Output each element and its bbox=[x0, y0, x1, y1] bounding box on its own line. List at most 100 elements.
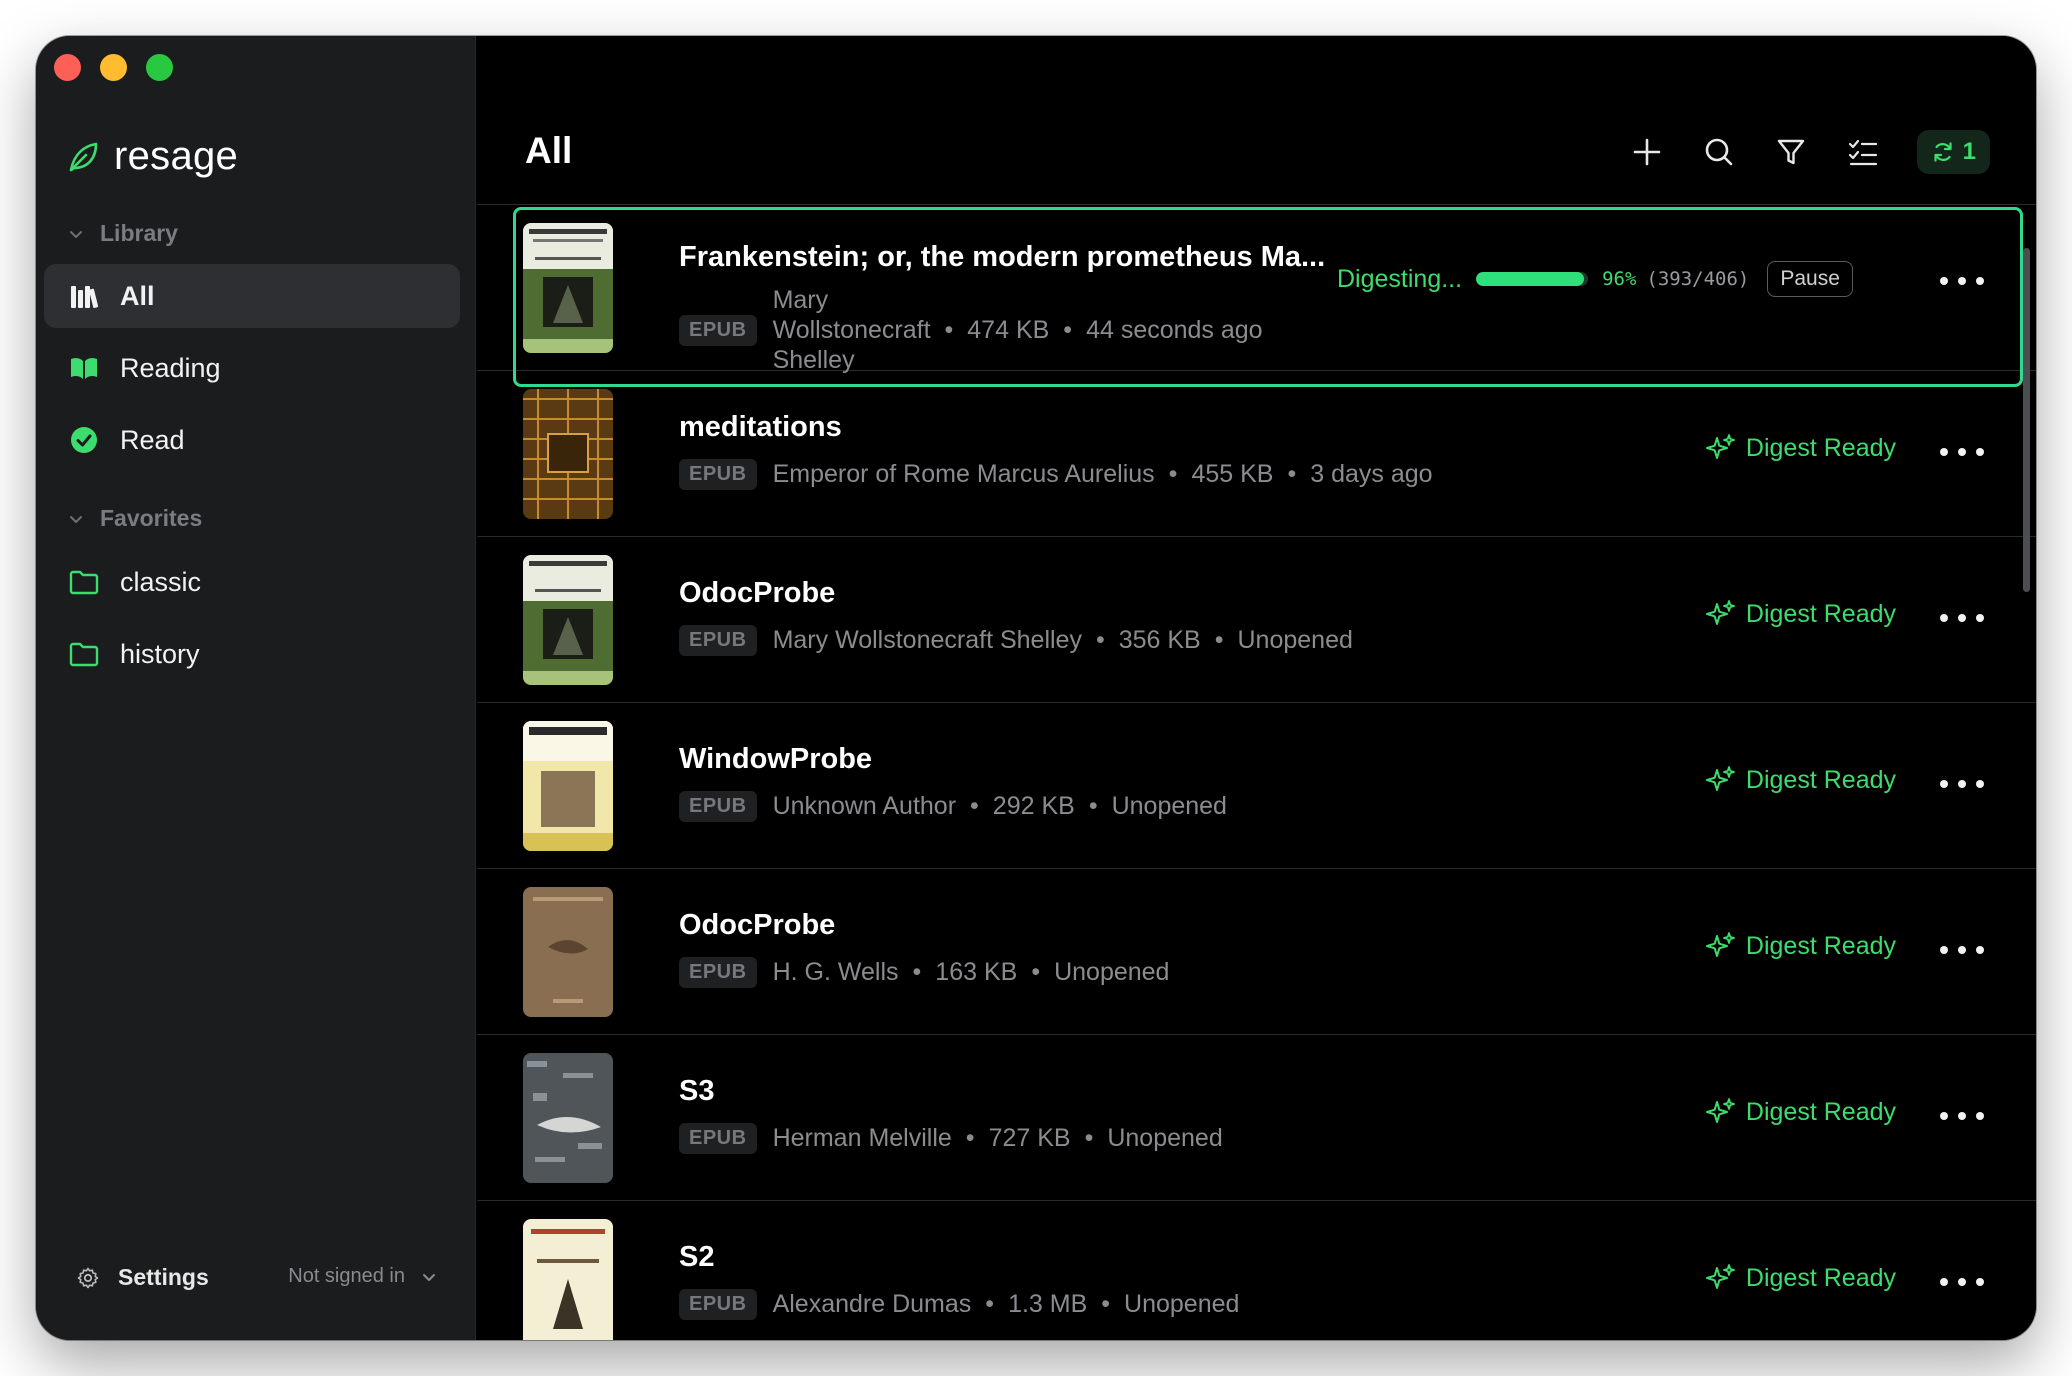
book-row[interactable]: meditations EPUB Emperor of Rome Marcus … bbox=[477, 371, 2036, 537]
books-icon bbox=[71, 286, 99, 308]
settings-button[interactable]: Settings bbox=[76, 1264, 209, 1291]
book-title: WindowProbe bbox=[679, 743, 873, 775]
book-author: Mary Wollstonecraft Shelley bbox=[772, 626, 1082, 654]
book-last-opened: 3 days ago bbox=[1310, 460, 1433, 488]
pause-button[interactable]: Pause bbox=[1767, 261, 1853, 297]
frankenstein-cover-image bbox=[523, 555, 613, 685]
book-last-opened: 44 seconds ago bbox=[1086, 315, 1263, 344]
format-badge: EPUB bbox=[679, 459, 757, 490]
book-cover bbox=[523, 721, 613, 851]
book-size: 356 KB bbox=[1118, 626, 1201, 654]
app-window: resage Library All Reading Read Favorite… bbox=[36, 36, 2036, 1340]
ellipsis-icon bbox=[1940, 614, 1948, 622]
book-size: 163 KB bbox=[935, 958, 1018, 986]
window-controls bbox=[54, 54, 173, 81]
beowulf-cover-image bbox=[523, 721, 613, 851]
sidebar-item-history[interactable]: history bbox=[44, 622, 460, 686]
account-menu[interactable]: Not signed in bbox=[288, 1265, 437, 1288]
ellipsis-icon bbox=[1940, 1112, 1948, 1120]
sparkles-icon bbox=[1705, 1264, 1735, 1289]
sparkles-icon bbox=[1705, 600, 1735, 625]
filter-button[interactable] bbox=[1773, 134, 1809, 170]
book-author: Alexandre Dumas bbox=[772, 1290, 972, 1318]
book-size: 455 KB bbox=[1191, 460, 1274, 488]
digest-ready-button[interactable]: Digest Ready bbox=[1705, 931, 1896, 961]
more-options-button[interactable] bbox=[1940, 1101, 1984, 1131]
more-options-button[interactable] bbox=[1940, 603, 1984, 633]
ellipsis-icon bbox=[1940, 780, 1948, 788]
plus-icon bbox=[1633, 138, 1660, 166]
book-row[interactable]: OdocProbe EPUB Mary Wollstonecraft Shell… bbox=[477, 537, 2036, 703]
book-last-opened: Unopened bbox=[1107, 1124, 1223, 1152]
search-button[interactable] bbox=[1701, 134, 1737, 170]
book-cover bbox=[523, 1053, 613, 1183]
favorites-section-header[interactable]: Favorites bbox=[68, 505, 202, 532]
close-window-button[interactable] bbox=[54, 54, 81, 81]
zoom-window-button[interactable] bbox=[146, 54, 173, 81]
more-options-button[interactable] bbox=[1940, 935, 1984, 965]
more-options-button[interactable] bbox=[1940, 437, 1984, 467]
book-meta: EPUB Mary Wollstonecraft Shelley • 474 K… bbox=[679, 285, 1263, 375]
book-last-opened: Unopened bbox=[1124, 1290, 1240, 1318]
book-cover bbox=[523, 555, 613, 685]
book-cover bbox=[523, 1219, 613, 1340]
sidebar-item-all[interactable]: All bbox=[44, 264, 460, 328]
account-status: Not signed in bbox=[288, 1265, 405, 1287]
sync-status-button[interactable]: 1 bbox=[1916, 130, 1990, 174]
book-size: 292 KB bbox=[992, 792, 1075, 820]
progress-bar-fill bbox=[1476, 272, 1584, 286]
book-row[interactable]: S2 EPUB Alexandre Dumas • 1.3 MB • Unope… bbox=[477, 1201, 2036, 1340]
app-name: resage bbox=[114, 134, 239, 178]
ellipsis-icon bbox=[1940, 1278, 1948, 1286]
main-panel: All 1 Frankenstein; or, the modern prome… bbox=[477, 36, 2036, 1340]
chevron-down-icon bbox=[70, 515, 82, 523]
progress-count: (393/406) bbox=[1646, 268, 1750, 290]
book-list: Frankenstein; or, the modern prometheus … bbox=[477, 205, 2036, 1340]
book-last-opened: Unopened bbox=[1054, 958, 1170, 986]
digest-ready-button[interactable]: Digest Ready bbox=[1705, 433, 1896, 463]
sidebar-item-reading[interactable]: Reading bbox=[44, 336, 460, 400]
book-meta: EPUB H. G. Wells • 163 KB • Unopened bbox=[679, 957, 1169, 988]
book-row[interactable]: OdocProbe EPUB H. G. Wells • 163 KB • Un… bbox=[477, 869, 2036, 1035]
page-title: All bbox=[525, 130, 573, 171]
format-badge: EPUB bbox=[679, 791, 757, 822]
digest-progress: Digesting... 96% (393/406) Pause bbox=[1337, 261, 1853, 297]
library-section-header[interactable]: Library bbox=[68, 220, 178, 247]
leaf-icon bbox=[69, 142, 98, 171]
book-author: Herman Melville bbox=[772, 1124, 952, 1152]
toolbar: 1 bbox=[1629, 130, 1990, 174]
meditations-cover-image bbox=[523, 389, 613, 519]
gear-icon bbox=[77, 1267, 99, 1288]
list-scrollbar[interactable] bbox=[2023, 248, 2030, 592]
progress-percent: 96% bbox=[1602, 268, 1637, 290]
add-book-button[interactable] bbox=[1629, 134, 1665, 170]
format-badge: EPUB bbox=[679, 1289, 757, 1320]
book-size: 1.3 MB bbox=[1008, 1290, 1088, 1318]
digest-ready-button[interactable]: Digest Ready bbox=[1705, 1097, 1896, 1127]
sidebar-item-classic[interactable]: classic bbox=[44, 550, 460, 614]
select-button[interactable] bbox=[1845, 134, 1881, 170]
book-title: S3 bbox=[679, 1075, 715, 1107]
check-circle-icon bbox=[71, 427, 97, 453]
ellipsis-icon bbox=[1940, 277, 1948, 285]
book-size: 474 KB bbox=[967, 315, 1050, 344]
brand: resage bbox=[66, 134, 238, 179]
progress-bar bbox=[1476, 272, 1589, 286]
more-options-button[interactable] bbox=[1940, 769, 1984, 799]
format-badge: EPUB bbox=[679, 625, 757, 656]
minimize-window-button[interactable] bbox=[100, 54, 127, 81]
ellipsis-icon bbox=[1940, 946, 1948, 954]
book-author: Mary Wollstonecraft Shelley bbox=[772, 286, 931, 374]
more-options-button[interactable] bbox=[1940, 1267, 1984, 1297]
book-row[interactable]: WindowProbe EPUB Unknown Author • 292 KB… bbox=[477, 703, 2036, 869]
sparkles-icon bbox=[1705, 932, 1735, 957]
digest-ready-button[interactable]: Digest Ready bbox=[1705, 599, 1896, 629]
chevron-down-icon bbox=[70, 230, 82, 238]
folder-icon bbox=[69, 642, 99, 667]
book-meta: EPUB Alexandre Dumas • 1.3 MB • Unopened bbox=[679, 1289, 1239, 1320]
book-row[interactable]: S3 EPUB Herman Melville • 727 KB • Unope… bbox=[477, 1035, 2036, 1201]
digest-ready-button[interactable]: Digest Ready bbox=[1705, 1263, 1896, 1293]
more-options-button[interactable] bbox=[1940, 266, 1984, 296]
digest-ready-button[interactable]: Digest Ready bbox=[1705, 765, 1896, 795]
sidebar-item-read[interactable]: Read bbox=[44, 408, 460, 472]
